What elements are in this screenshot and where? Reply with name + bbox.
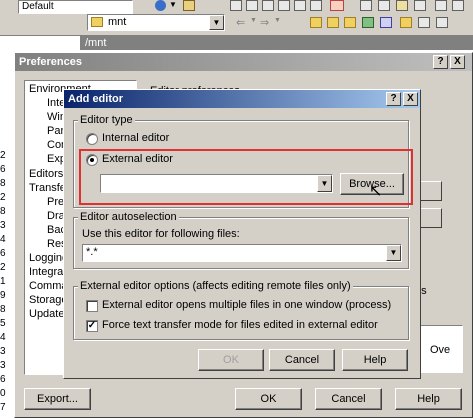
drive-combo-value: Default: [22, 1, 54, 12]
folder-toolbar-icons[interactable]: [310, 16, 470, 30]
parent-folder-icon[interactable]: [310, 17, 322, 28]
add-editor-title: Add editor: [68, 93, 123, 105]
ok-button[interactable]: OK: [198, 349, 264, 371]
chevron-down-icon[interactable]: ▼: [386, 245, 401, 261]
path-combo-value: mnt: [108, 16, 127, 28]
add-editor-titlebar[interactable]: Add editor: [64, 90, 420, 108]
use-for-files-label: Use this editor for following files:: [82, 228, 240, 240]
export-button[interactable]: Export...: [24, 388, 91, 410]
toolbar-icon-4[interactable]: [262, 0, 274, 11]
toolbar-icon-5[interactable]: [278, 0, 290, 11]
file-mask-combo[interactable]: *.* ▼: [82, 244, 402, 262]
chevron-down-icon[interactable]: ▼: [250, 17, 257, 24]
list-item: 4: [0, 332, 6, 343]
toolbar-icon-14[interactable]: [452, 0, 464, 11]
list-item: 3: [0, 360, 6, 371]
preferences-title: Preferences: [19, 56, 82, 68]
list-item: 2: [0, 150, 6, 161]
address-path: /mnt: [85, 37, 107, 49]
editor-type-group-label: Editor type: [78, 114, 135, 126]
toolbar-icons-right[interactable]: [230, 0, 470, 12]
list-item: 4: [0, 234, 6, 245]
right-fragment-ove: Ove: [430, 344, 451, 356]
toolbar-icon-13[interactable]: [435, 0, 447, 11]
left-edge-column: 2 6 8 2 8 3 4 6 2 1 9 8 5 4 3 3 6 0 7: [0, 150, 10, 413]
force-text-label[interactable]: Force text transfer mode for files edite…: [102, 319, 378, 332]
list-item: 2: [0, 262, 6, 273]
list-item: 6: [0, 164, 6, 175]
cancel-button[interactable]: Cancel: [315, 388, 382, 410]
toolbar-icons-left[interactable]: ▼: [155, 0, 215, 12]
path-combo[interactable]: mnt ▼: [87, 14, 225, 31]
list-item: 8: [0, 206, 6, 217]
toolbar-icon-3[interactable]: [246, 0, 258, 11]
help-button-titlebar[interactable]: ?: [433, 55, 448, 69]
help-button[interactable]: Help: [395, 388, 462, 410]
help-button-titlebar[interactable]: ?: [386, 92, 401, 106]
chevron-down-icon[interactable]: ▼: [317, 175, 332, 192]
external-options-group-label: External editor options (affects editing…: [78, 280, 353, 292]
ok-button[interactable]: OK: [235, 388, 302, 410]
list-item: 8: [0, 178, 6, 189]
tree-item-storage[interactable]: Storage: [29, 294, 68, 307]
toolbar-icon-8[interactable]: [330, 0, 344, 11]
list-item: 1: [0, 276, 6, 287]
list-item: 5: [0, 318, 6, 329]
globe-icon[interactable]: [155, 0, 166, 11]
chevron-down-icon[interactable]: ▼: [274, 17, 281, 24]
toolbar-icon-11[interactable]: [396, 0, 408, 11]
refresh-icon[interactable]: [362, 17, 374, 28]
root-folder-icon[interactable]: [327, 17, 339, 28]
toolbar-icon-7[interactable]: [310, 0, 322, 11]
nav-buttons[interactable]: ⇐ ▼ ⇒ ▼: [236, 16, 306, 30]
autoselection-group-label: Editor autoselection: [78, 211, 179, 223]
list-item: 3: [0, 346, 6, 357]
external-editor-label[interactable]: External editor: [102, 153, 173, 166]
chevron-down-icon[interactable]: ▼: [209, 15, 224, 30]
drive-combo[interactable]: Default: [18, 0, 133, 14]
internal-editor-radio[interactable]: [86, 133, 98, 145]
list-item: 6: [0, 374, 6, 385]
list-item: 2: [0, 192, 6, 203]
add-editor-dialog: Add editor ? X Editor type Internal edit…: [63, 89, 421, 379]
mouse-cursor-icon: ↖: [369, 183, 383, 200]
toolbar-icon-10[interactable]: [378, 0, 390, 11]
list-item: 7: [0, 402, 6, 413]
forward-icon[interactable]: ⇒: [260, 16, 269, 29]
close-button[interactable]: X: [403, 92, 418, 106]
file-mask-value: *.*: [86, 246, 98, 258]
external-editor-radio[interactable]: [86, 154, 98, 166]
toolbar-icon-2[interactable]: [230, 0, 242, 11]
toolbar-icon-1[interactable]: [183, 0, 195, 11]
toolbar-icon-6[interactable]: [294, 0, 306, 11]
list-item: 9: [0, 290, 6, 301]
view-icon[interactable]: [436, 17, 448, 28]
list-item: 6: [0, 248, 6, 259]
multiple-files-checkbox[interactable]: [86, 300, 98, 312]
home-folder-icon[interactable]: [344, 17, 356, 28]
list-item: 3: [0, 220, 6, 231]
toolbar-icon-9[interactable]: [360, 0, 372, 11]
toolbar-icon-12[interactable]: [414, 0, 426, 11]
new-folder-icon[interactable]: [400, 17, 412, 28]
internal-editor-label[interactable]: Internal editor: [102, 132, 169, 145]
chevron-down-icon[interactable]: ▼: [169, 0, 177, 9]
multiple-files-label[interactable]: External editor opens multiple files in …: [102, 299, 391, 312]
list-item: 8: [0, 304, 6, 315]
force-text-checkbox[interactable]: ✓: [86, 320, 98, 332]
find-icon[interactable]: [380, 17, 392, 28]
list-item: 0: [0, 388, 6, 399]
back-icon[interactable]: ⇐: [236, 16, 245, 29]
help-button[interactable]: Help: [342, 349, 408, 371]
tree-item-editors[interactable]: Editors: [29, 168, 63, 181]
folder-icon: [91, 17, 103, 27]
cancel-button[interactable]: Cancel: [269, 349, 335, 371]
preferences-titlebar[interactable]: Preferences: [15, 53, 472, 71]
close-button[interactable]: X: [450, 55, 465, 69]
address-bar[interactable]: /mnt: [80, 36, 473, 50]
properties-icon[interactable]: [418, 17, 430, 28]
preview-box: Ove: [415, 325, 463, 373]
external-editor-combo[interactable]: ▼: [100, 174, 333, 193]
